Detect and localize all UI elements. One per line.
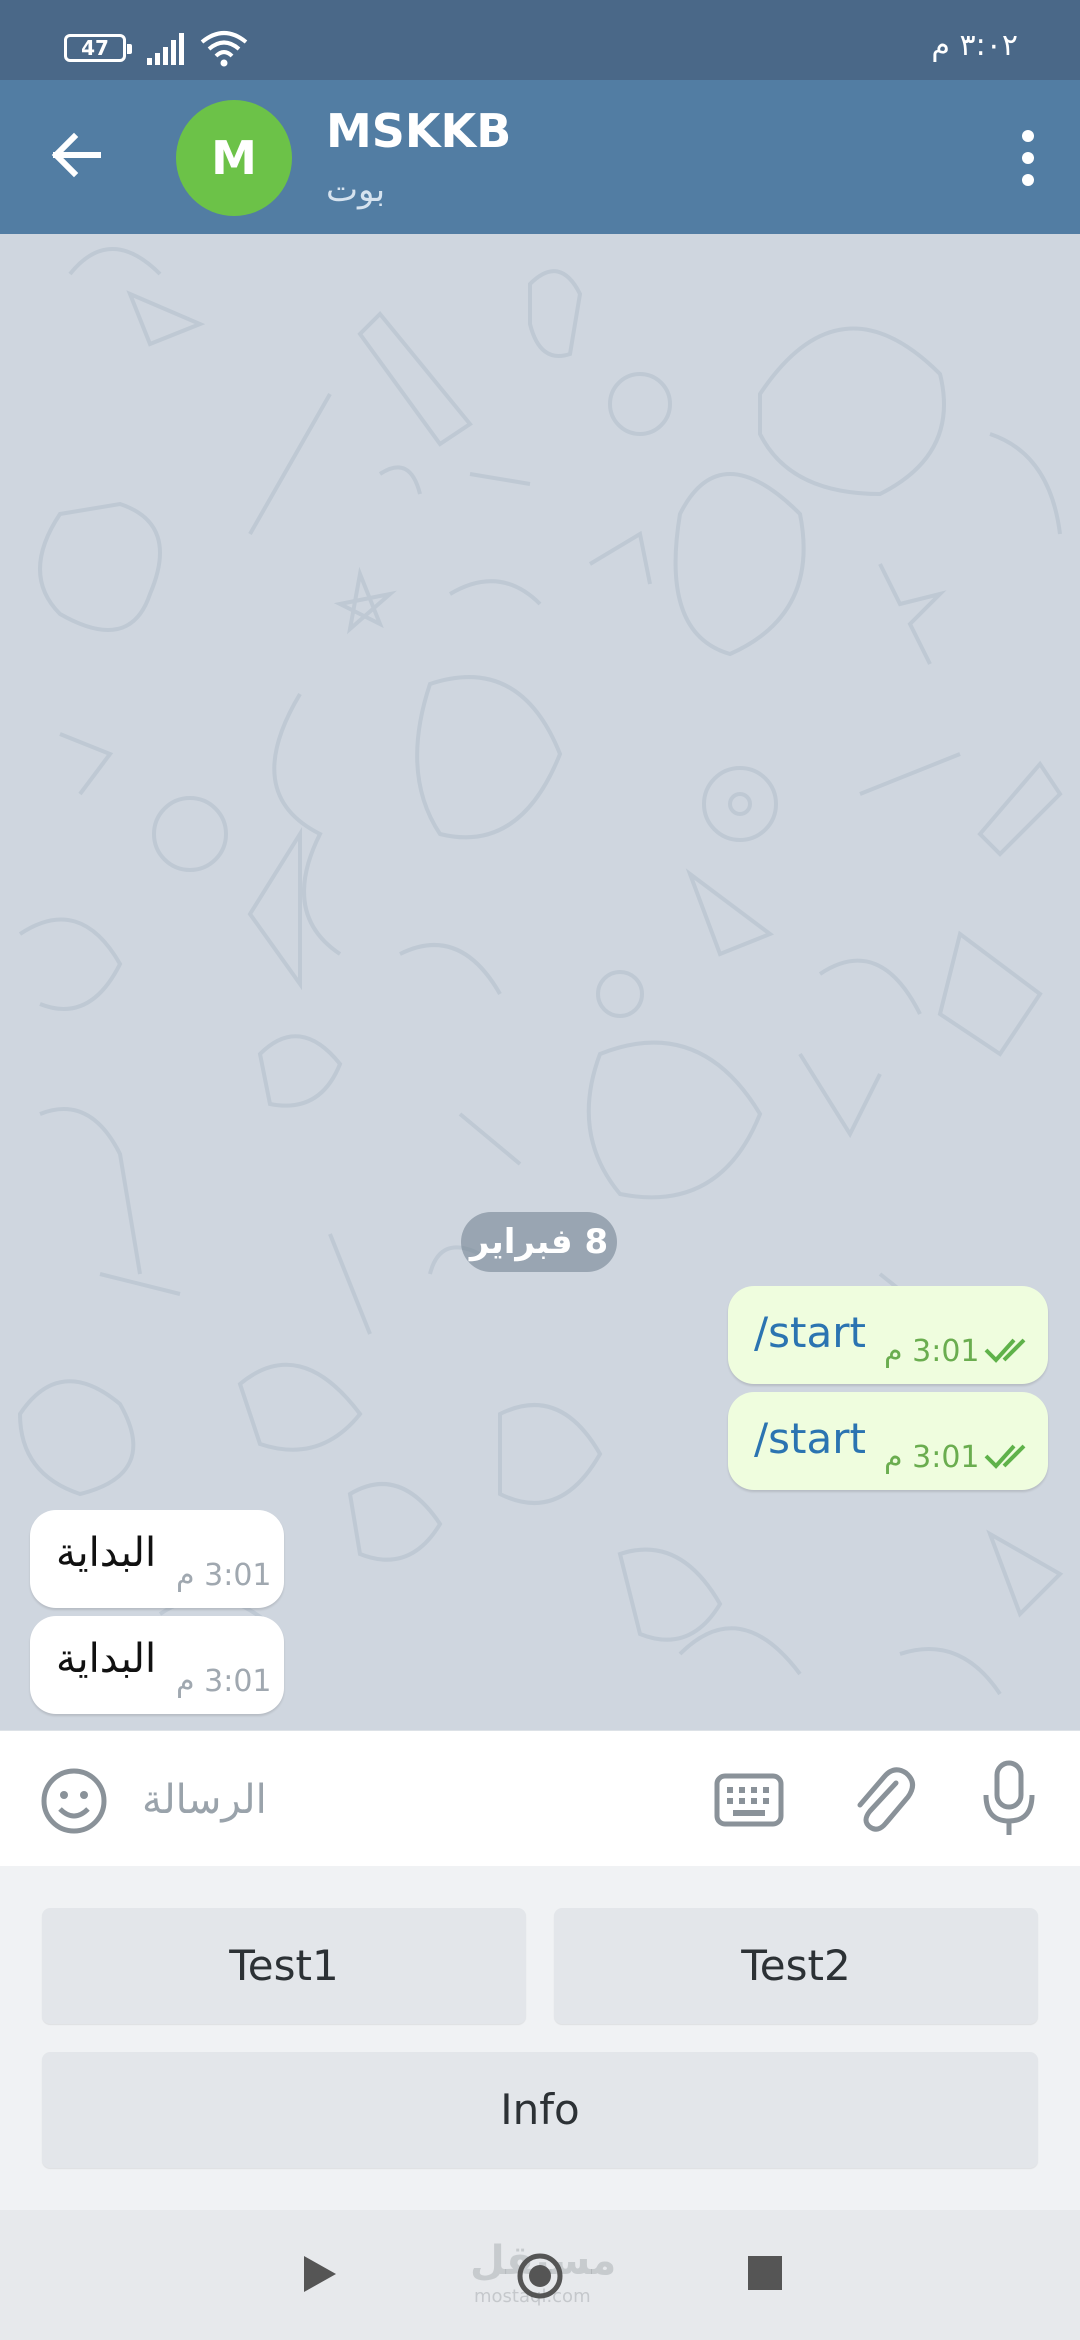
message-text[interactable]: /start: [754, 1414, 866, 1463]
outgoing-message[interactable]: /start 3:01 م: [728, 1392, 1048, 1490]
bot-keyboard-icon[interactable]: [714, 1773, 784, 1827]
more-options-icon[interactable]: [998, 122, 1058, 194]
bot-button-info[interactable]: Info: [42, 2052, 1038, 2168]
message-time: 3:01 م: [176, 1558, 272, 1593]
incoming-message[interactable]: البداية 3:01 م: [30, 1616, 284, 1714]
read-checkmarks-icon: [984, 1444, 1026, 1469]
read-checkmarks-icon: [984, 1338, 1026, 1363]
message-time: 3:01 م: [176, 1664, 272, 1699]
message-composer: [0, 1730, 1080, 1867]
message-time: 3:01 م: [884, 1334, 980, 1369]
attachment-icon[interactable]: [850, 1761, 916, 1837]
emoji-icon[interactable]: [38, 1765, 110, 1837]
outgoing-message[interactable]: /start 3:01 م: [728, 1286, 1048, 1384]
chat-title[interactable]: MSKKB: [326, 104, 511, 158]
system-navigation-bar: مستقل mostaql.com: [0, 2210, 1080, 2340]
chat-header: M MSKKB بوت: [0, 80, 1080, 234]
chat-area[interactable]: 8 فبراير /start 3:01 م /start 3:01 م الب…: [0, 234, 1080, 1730]
message-input[interactable]: [140, 1761, 684, 1839]
status-bar: 47 ٣:٠٢ م: [0, 0, 1080, 80]
message-text: البداية: [56, 1636, 157, 1682]
message-text: البداية: [56, 1530, 157, 1576]
microphone-icon[interactable]: [978, 1759, 1040, 1839]
nav-home-icon[interactable]: [516, 2252, 564, 2300]
wifi-icon: [200, 31, 248, 67]
message-time: 3:01 م: [884, 1440, 980, 1475]
nav-recents-icon[interactable]: [748, 2256, 782, 2290]
back-arrow-icon[interactable]: [40, 118, 114, 192]
nav-back-icon[interactable]: [300, 2254, 340, 2294]
chat-subtitle: بوت: [326, 170, 386, 210]
date-separator: 8 فبراير: [461, 1212, 617, 1272]
bot-button-test1[interactable]: Test1: [42, 1908, 526, 2024]
message-text[interactable]: /start: [754, 1308, 866, 1357]
avatar[interactable]: M: [176, 100, 292, 216]
bot-button-test2[interactable]: Test2: [554, 1908, 1038, 2024]
status-clock: ٣:٠٢ م: [931, 28, 1018, 63]
signal-icon: [147, 33, 184, 65]
incoming-message[interactable]: البداية 3:01 م: [30, 1510, 284, 1608]
bot-reply-keyboard: Test1 Test2 Info: [0, 1866, 1080, 2210]
chat-background-pattern: [17, 247, 1064, 1696]
battery-icon: 47: [64, 34, 132, 62]
